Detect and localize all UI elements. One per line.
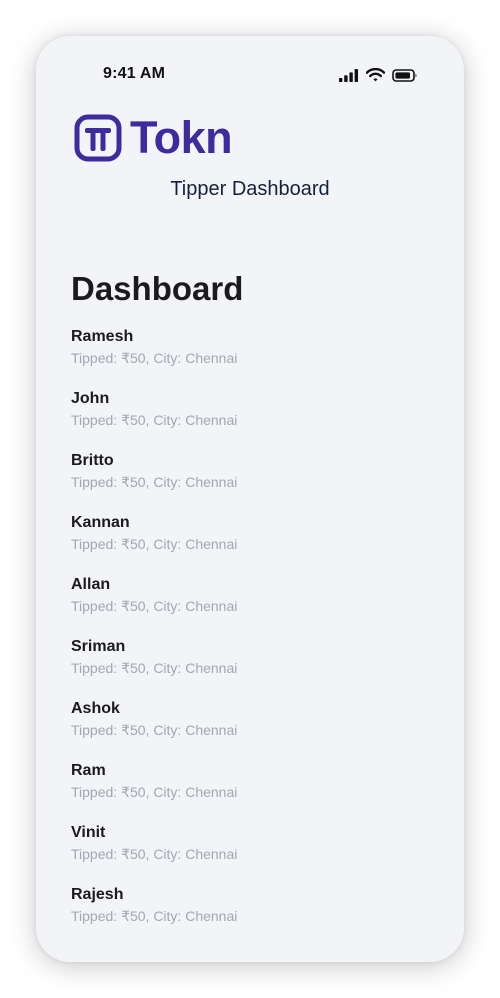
tipper-name: Britto bbox=[71, 452, 114, 469]
wifi-icon bbox=[365, 67, 386, 82]
page-subtitle: Tipper Dashboard bbox=[170, 178, 330, 200]
list-item[interactable]: Vinit Tipped: ₹50, City: Chennai bbox=[71, 823, 431, 885]
phone-screen: 9:41 AM Tokn Tipper Dashboard Dashboard … bbox=[36, 36, 464, 962]
tipper-detail: Tipped: ₹50, City: Chennai bbox=[71, 846, 238, 862]
list-item[interactable]: Ramesh Tipped: ₹50, City: Chennai bbox=[71, 327, 431, 389]
tipper-detail: Tipped: ₹50, City: Chennai bbox=[71, 474, 238, 490]
status-bar: 9:41 AM bbox=[36, 36, 464, 96]
list-item[interactable]: Ashok Tipped: ₹50, City: Chennai bbox=[71, 699, 431, 761]
list-item[interactable]: Kannan Tipped: ₹50, City: Chennai bbox=[71, 513, 431, 575]
list-item[interactable]: Allan Tipped: ₹50, City: Chennai bbox=[71, 575, 431, 637]
status-time: 9:41 AM bbox=[103, 65, 166, 82]
battery-icon bbox=[392, 68, 418, 82]
cellular-signal-icon bbox=[339, 68, 359, 82]
tipper-detail: Tipped: ₹50, City: Chennai bbox=[71, 784, 238, 800]
tokn-logo-icon bbox=[74, 114, 122, 162]
tipper-detail: Tipped: ₹50, City: Chennai bbox=[71, 598, 238, 614]
status-icons bbox=[339, 67, 418, 82]
page-title: Dashboard bbox=[71, 270, 244, 307]
tipper-name: Ramesh bbox=[71, 328, 134, 345]
tipper-list: Ramesh Tipped: ₹50, City: Chennai John T… bbox=[71, 327, 431, 947]
tipper-detail: Tipped: ₹50, City: Chennai bbox=[71, 722, 238, 738]
tipper-detail: Tipped: ₹50, City: Chennai bbox=[71, 536, 238, 552]
tipper-name: Ram bbox=[71, 762, 106, 779]
tipper-name: Ashok bbox=[71, 700, 120, 717]
tipper-detail: Tipped: ₹50, City: Chennai bbox=[71, 908, 238, 924]
list-item[interactable]: John Tipped: ₹50, City: Chennai bbox=[71, 389, 431, 451]
list-item[interactable]: Ram Tipped: ₹50, City: Chennai bbox=[71, 761, 431, 823]
tipper-name: John bbox=[71, 390, 110, 407]
tipper-name: Rajesh bbox=[71, 886, 124, 903]
tipper-name: Sriman bbox=[71, 638, 126, 655]
list-item[interactable]: Sriman Tipped: ₹50, City: Chennai bbox=[71, 637, 431, 699]
tipper-detail: Tipped: ₹50, City: Chennai bbox=[71, 412, 238, 428]
list-item[interactable]: Britto Tipped: ₹50, City: Chennai bbox=[71, 451, 431, 513]
tipper-name: Allan bbox=[71, 576, 111, 593]
brand-logo: Tokn bbox=[74, 112, 233, 163]
tipper-name: Vinit bbox=[71, 824, 106, 841]
tipper-name: Kannan bbox=[71, 514, 130, 531]
brand-name: Tokn bbox=[130, 112, 233, 163]
list-item[interactable]: Rajesh Tipped: ₹50, City: Chennai bbox=[71, 885, 431, 947]
tipper-detail: Tipped: ₹50, City: Chennai bbox=[71, 660, 238, 676]
tipper-detail: Tipped: ₹50, City: Chennai bbox=[71, 350, 238, 366]
